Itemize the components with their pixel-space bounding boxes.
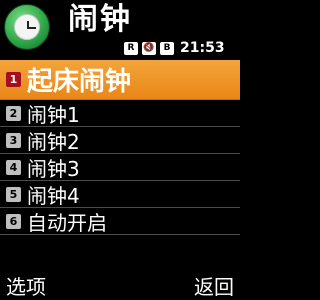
menu-item-number: 5 [6,186,21,202]
status-bar: R 🔇 B 21:53 [124,40,225,56]
battery-icon: B [160,41,174,55]
menu-item-label: 闹钟4 [27,183,80,208]
menu-item-label: 闹钟3 [27,156,80,181]
menu-item-alarm-3[interactable]: 4 闹钟3 [0,154,240,181]
header: 闹钟 R 🔇 B 21:53 [0,0,240,60]
menu-item-number: 1 [6,72,21,87]
menu-item-label: 自动开启 [27,210,107,235]
alarm-clock-icon [4,4,50,50]
menu-item-number: 6 [6,213,21,229]
menu-item-label: 闹钟1 [27,102,80,127]
back-softkey[interactable]: 返回 [194,271,234,300]
menu-item-alarm-4[interactable]: 5 闹钟4 [0,181,240,208]
menu-item-number: 3 [6,132,21,148]
alarm-menu: 1 起床闹钟 2 闹钟1 3 闹钟2 4 闹钟3 5 闹钟4 6 自动开启 [0,60,240,235]
status-time: 21:53 [180,40,225,56]
clock-minute-hand [27,27,36,29]
menu-item-auto-on[interactable]: 6 自动开启 [0,208,240,235]
softkey-bar: 选项 返回 [0,270,240,300]
menu-item-wakeup-alarm[interactable]: 1 起床闹钟 [0,60,240,100]
menu-item-label: 闹钟2 [27,129,80,154]
options-softkey[interactable]: 选项 [6,271,46,300]
page-title: 闹钟 [68,2,132,37]
menu-item-number: 2 [6,105,21,121]
menu-item-number: 4 [6,159,21,175]
menu-item-alarm-2[interactable]: 3 闹钟2 [0,127,240,154]
mute-icon: 🔇 [142,41,156,55]
clock-face [14,14,40,40]
menu-item-alarm-1[interactable]: 2 闹钟1 [0,100,240,127]
menu-item-label: 起床闹钟 [27,67,132,97]
ringtone-mode-icon: R [124,41,138,55]
